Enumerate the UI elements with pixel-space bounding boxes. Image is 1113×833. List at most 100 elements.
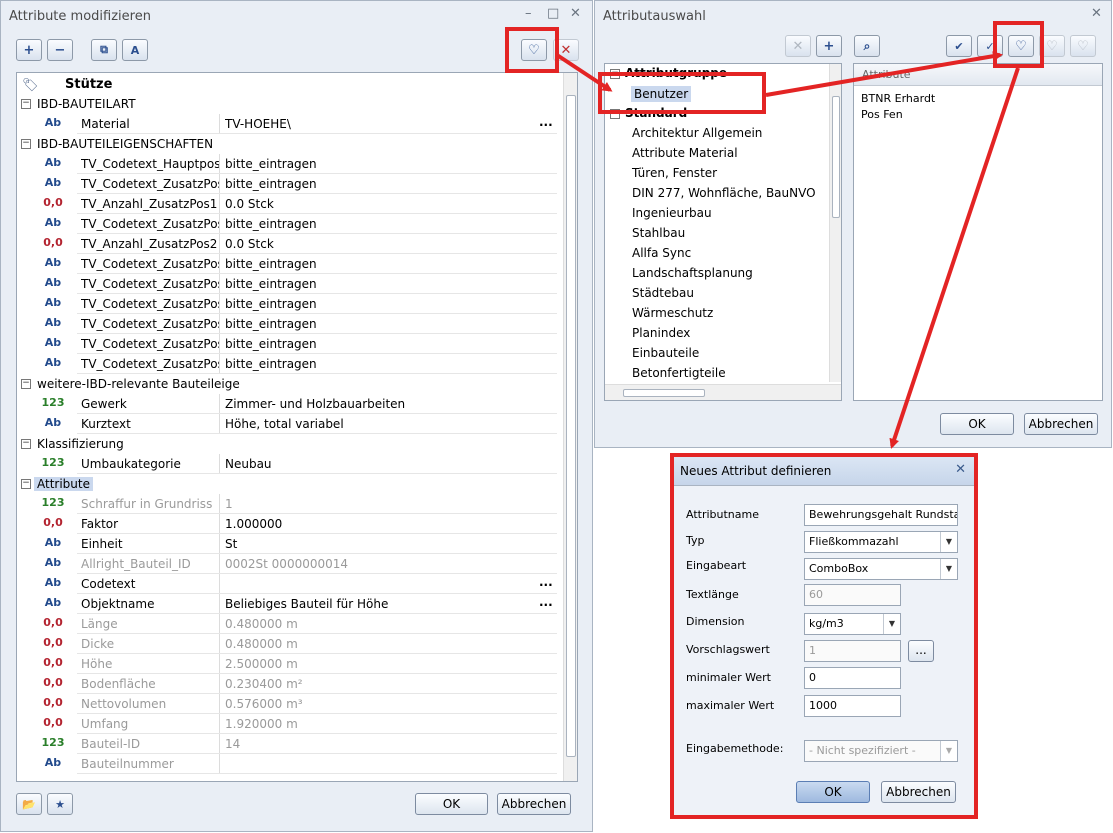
collapse-icon[interactable]: − bbox=[21, 479, 31, 489]
attribute-value[interactable]: bitte_eintragen bbox=[225, 157, 545, 171]
attribute-row[interactable]: Ab TV_Codetext_ZusatzPos2 bitte_eintragen bbox=[17, 274, 577, 294]
attribute-group-row[interactable]: − Klassifizierung bbox=[17, 434, 577, 454]
attribute-value[interactable]: St bbox=[225, 537, 545, 551]
attribute-row[interactable]: Ab Allright_Bauteil_ID 0002St 0000000014 bbox=[17, 554, 577, 574]
group-scrollbar[interactable] bbox=[829, 64, 841, 382]
attribute-row[interactable]: 123 Gewerk Zimmer- und Holzbauarbeiten bbox=[17, 394, 577, 414]
group-item[interactable]: Städtebau bbox=[632, 286, 694, 300]
attribute-value[interactable]: 0.480000 m bbox=[225, 637, 545, 651]
scrollbar-thumb[interactable] bbox=[566, 95, 576, 757]
cancel-button[interactable]: Abbrechen bbox=[881, 781, 956, 803]
attribute-value[interactable]: bitte_eintragen bbox=[225, 317, 545, 331]
attribute-row[interactable]: Ab Kurztext Höhe, total variabel bbox=[17, 414, 577, 434]
min-value-input[interactable]: 0 bbox=[804, 667, 901, 689]
attribute-group-row[interactable]: − weitere-IBD-relevante Bauteileige bbox=[17, 374, 577, 394]
chevron-down-icon[interactable]: ▼ bbox=[940, 559, 957, 579]
ok-button[interactable]: OK bbox=[796, 781, 870, 803]
attribute-row[interactable]: Ab Objektname Beliebiges Bauteil für Höhe.… bbox=[17, 594, 577, 614]
attribute-value[interactable]: 1.000000 bbox=[225, 517, 545, 531]
attribute-value[interactable]: bitte_eintragen bbox=[225, 217, 545, 231]
attribute-row[interactable]: 0,0 TV_Anzahl_ZusatzPos2 0.0 Stck bbox=[17, 234, 577, 254]
close-icon[interactable]: ✕ bbox=[570, 7, 581, 21]
attribute-value[interactable]: Höhe, total variabel bbox=[225, 417, 545, 431]
chevron-down-icon[interactable]: ▼ bbox=[940, 741, 957, 761]
default-value-browse-button[interactable]: ... bbox=[908, 640, 934, 662]
default-value-input[interactable]: 1 bbox=[804, 640, 901, 662]
attribute-row[interactable]: Ab TV_Codetext_ZusatzPos1 bitte_eintragen bbox=[17, 334, 577, 354]
attribute-value[interactable]: bitte_eintragen bbox=[225, 257, 545, 271]
browse-button[interactable]: ... bbox=[539, 575, 553, 589]
attribute-value[interactable]: 0.480000 m bbox=[225, 617, 545, 631]
type-select[interactable]: Fließkommazahl ▼ bbox=[804, 531, 958, 553]
attribute-row[interactable]: 0,0 Länge 0.480000 m bbox=[17, 614, 577, 634]
attribute-value[interactable]: Neubau bbox=[225, 457, 545, 471]
attribute-row[interactable]: 0,0 Umfang 1.920000 m bbox=[17, 714, 577, 734]
group-hscrollbar-thumb[interactable] bbox=[623, 389, 705, 397]
group-item[interactable]: Attribute Material bbox=[632, 146, 738, 160]
cancel-button[interactable]: Abbrechen bbox=[1024, 413, 1098, 435]
text-length-input[interactable]: 60 bbox=[804, 584, 901, 606]
attribute-row[interactable]: 0,0 Nettovolumen 0.576000 m³ bbox=[17, 694, 577, 714]
attribute-value[interactable]: bitte_eintragen bbox=[225, 297, 545, 311]
group-item[interactable]: Ingenieurbau bbox=[632, 206, 712, 220]
attribute-value[interactable]: 1.920000 m bbox=[225, 717, 545, 731]
attribute-row[interactable]: 0,0 Faktor 1.000000 bbox=[17, 514, 577, 534]
attribute-row[interactable]: 0,0 TV_Anzahl_ZusatzPos1 0.0 Stck bbox=[17, 194, 577, 214]
attribute-value[interactable]: Beliebiges Bauteil für Höhe bbox=[225, 597, 545, 611]
attribute-row[interactable]: 0,0 Dicke 0.480000 m bbox=[17, 634, 577, 654]
attribute-name-input[interactable]: Bewehrungsgehalt Rundstahl bbox=[804, 504, 958, 526]
attribute-row[interactable]: 0,0 Höhe 2.500000 m bbox=[17, 654, 577, 674]
deselect-all-button[interactable]: ✔ bbox=[946, 35, 972, 57]
attribute-row[interactable]: Ab Bauteilnummer bbox=[17, 754, 577, 774]
attribute-row[interactable]: 123 Umbaukategorie Neubau bbox=[17, 454, 577, 474]
collapse-all-button[interactable]: − bbox=[47, 39, 73, 61]
attribute-row[interactable]: Ab Material TV-HOEHE\... bbox=[17, 114, 577, 134]
chevron-down-icon[interactable]: ▼ bbox=[940, 532, 957, 552]
attribute-value[interactable]: TV-HOEHE\ bbox=[225, 117, 545, 131]
delete-group-button[interactable]: ✕ bbox=[785, 35, 811, 57]
attribute-value[interactable]: 0002St 0000000014 bbox=[225, 557, 545, 571]
attribute-item[interactable]: BTNR Erhardt bbox=[861, 92, 935, 105]
attribute-value[interactable]: 14 bbox=[225, 737, 545, 751]
maximize-icon[interactable]: □ bbox=[547, 7, 559, 21]
attribute-value[interactable]: 0.0 Stck bbox=[225, 237, 545, 251]
attribute-group-row[interactable]: − IBD-BAUTEILEIGENSCHAFTEN bbox=[17, 134, 577, 154]
group-item[interactable]: Türen, Fenster bbox=[632, 166, 717, 180]
attribute-row[interactable]: Ab TV_Codetext_Hauptposit bitte_eintragen bbox=[17, 154, 577, 174]
attribute-value[interactable]: bitte_eintragen bbox=[225, 337, 545, 351]
close-icon[interactable]: ✕ bbox=[1091, 7, 1102, 21]
group-scrollbar-thumb[interactable] bbox=[832, 96, 840, 218]
new-group-button[interactable]: + bbox=[816, 35, 842, 57]
collapse-icon[interactable]: − bbox=[21, 139, 31, 149]
search-button[interactable]: ⌕ bbox=[854, 35, 880, 57]
open-favorites-button[interactable]: 📂 bbox=[16, 793, 42, 815]
delete-attribute-button[interactable]: ♡ bbox=[1070, 35, 1096, 57]
group-item[interactable]: Betonfertigteile bbox=[632, 366, 726, 380]
attribute-item[interactable]: Pos Fen bbox=[861, 108, 903, 121]
chevron-down-icon[interactable]: ▼ bbox=[883, 614, 900, 634]
group-item[interactable]: Architektur Allgemein bbox=[632, 126, 762, 140]
close-icon[interactable]: ✕ bbox=[955, 462, 966, 477]
attribute-row[interactable]: Ab TV_Codetext_ZusatzPos1 bitte_eintragen bbox=[17, 174, 577, 194]
group-item[interactable]: Einbauteile bbox=[632, 346, 699, 360]
collapse-icon[interactable]: − bbox=[21, 99, 31, 109]
attribute-row[interactable]: Ab Codetext... bbox=[17, 574, 577, 594]
minimize-icon[interactable]: – bbox=[525, 7, 532, 21]
expand-all-button[interactable]: + bbox=[16, 39, 42, 61]
input-method-select[interactable]: - Nicht spezifiziert - ▼ bbox=[804, 740, 958, 762]
attribute-row[interactable]: 123 Schraffur in Grundriss 1 bbox=[17, 494, 577, 514]
ok-button[interactable]: OK bbox=[940, 413, 1014, 435]
attribute-row[interactable]: Ab TV_Codetext_ZusatzPos1 bitte_eintragen bbox=[17, 254, 577, 274]
collapse-icon[interactable]: − bbox=[21, 379, 31, 389]
attribute-value[interactable]: bitte_eintragen bbox=[225, 177, 545, 191]
attribute-row[interactable]: Ab TV_Codetext_ZusatzPos1 bitte_eintragen bbox=[17, 294, 577, 314]
group-item[interactable]: Wärmeschutz bbox=[632, 306, 713, 320]
attribute-value[interactable]: bitte_eintragen bbox=[225, 277, 545, 291]
attribute-group-row[interactable]: − IBD-BAUTEILART bbox=[17, 94, 577, 114]
group-hscrollbar[interactable] bbox=[605, 384, 841, 400]
attribute-group-row[interactable]: − Attribute bbox=[17, 474, 577, 494]
ok-button[interactable]: OK bbox=[415, 793, 488, 815]
attribute-row[interactable]: 123 Bauteil-ID 14 bbox=[17, 734, 577, 754]
attribute-value[interactable]: 2.500000 m bbox=[225, 657, 545, 671]
attribute-value[interactable]: 1 bbox=[225, 497, 545, 511]
